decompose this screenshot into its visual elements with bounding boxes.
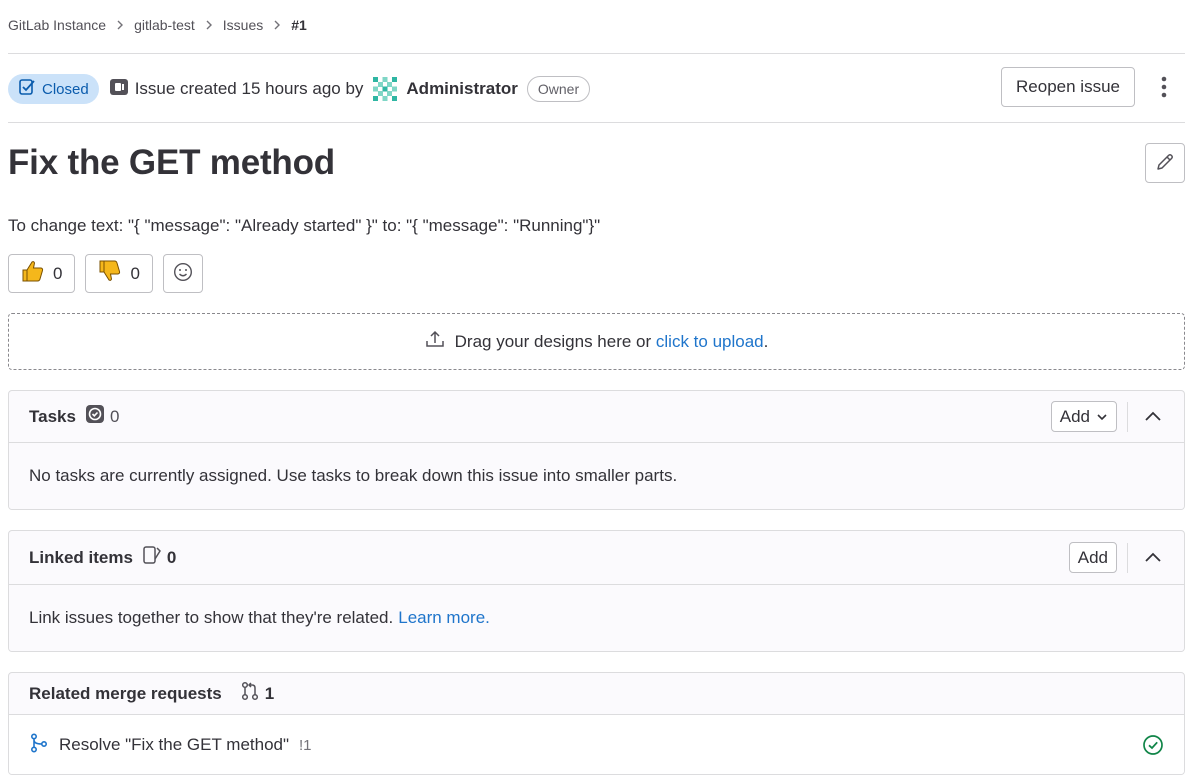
issue-description: To change text: "{ "message": "Already s… <box>8 216 601 235</box>
avatar[interactable] <box>370 74 400 104</box>
tasks-header: Tasks 0 Add <box>9 391 1184 443</box>
add-reaction-button[interactable] <box>162 254 203 293</box>
breadcrumb-gitlab-instance[interactable]: GitLab Instance <box>8 17 106 33</box>
award-emoji-bar: 0 0 <box>8 254 203 293</box>
chevron-up-icon <box>1144 548 1162 568</box>
status-badge: Closed <box>8 74 99 104</box>
chevron-right-icon <box>273 20 281 30</box>
created-text: Issue created 15 hours ago by <box>134 79 364 98</box>
list-item[interactable]: Resolve "Fix the GET method" !1 <box>9 715 1184 774</box>
upload-icon <box>425 329 445 354</box>
smiley-icon <box>173 262 193 285</box>
task-done-icon <box>85 404 105 429</box>
issue-meta: Issue created 15 hours ago by Administra… <box>109 74 591 104</box>
add-task-label: Add <box>1059 406 1090 426</box>
related-mrs-title: Related merge requests <box>29 683 222 703</box>
author-link[interactable]: Administrator <box>406 79 517 99</box>
thumbs-down-icon <box>98 260 122 287</box>
dropzone-text: Drag your designs here or <box>454 331 652 351</box>
more-actions-icon[interactable] <box>1149 72 1179 102</box>
edit-button[interactable] <box>1145 143 1185 183</box>
learn-more-link[interactable]: Learn more. <box>398 608 490 628</box>
check-circle-icon <box>1142 734 1164 756</box>
related-mrs-count-value: 1 <box>264 683 275 703</box>
mr-reference: !1 <box>299 736 312 754</box>
divider <box>8 53 1185 54</box>
breadcrumb-issue-number[interactable]: #1 <box>291 17 307 33</box>
mr-title-link[interactable]: Resolve "Fix the GET method" <box>59 735 289 755</box>
related-mrs-card: Related merge requests 1 Resolve "Fix th… <box>8 672 1185 775</box>
breadcrumb-issues[interactable]: Issues <box>223 17 263 33</box>
upload-link[interactable]: click to upload <box>656 332 764 351</box>
tasks-title: Tasks <box>29 406 76 426</box>
dropzone-suffix: . <box>763 331 769 351</box>
pencil-icon <box>1155 152 1175 175</box>
linked-items-header: Linked items 0 Add <box>9 531 1184 585</box>
thumbs-up-icon <box>21 260 45 287</box>
reopen-issue-button[interactable]: Reopen issue <box>1001 67 1135 107</box>
divider <box>1127 401 1128 432</box>
related-mrs-header: Related merge requests 1 <box>9 673 1184 715</box>
chevron-up-icon <box>1144 407 1162 427</box>
tasks-body: No tasks are currently assigned. Use tas… <box>9 443 1184 509</box>
collapse-tasks-button[interactable] <box>1142 406 1164 428</box>
divider <box>1127 542 1128 573</box>
design-dropzone[interactable]: Drag your designs here or click to uploa… <box>8 313 1185 370</box>
tasks-empty-text: No tasks are currently assigned. Use tas… <box>29 466 678 485</box>
thumbs-up-button[interactable]: 0 <box>8 254 76 293</box>
divider <box>8 122 1185 123</box>
tasks-count: 0 <box>85 404 119 429</box>
linked-items-body: Link issues together to show that they'r… <box>9 585 1184 651</box>
issue-title: Fix the GET method <box>8 143 335 182</box>
linked-items-card: Linked items 0 Add Link issues together … <box>8 530 1185 652</box>
breadcrumb: GitLab Instance gitlab-test Issues #1 <box>8 14 307 36</box>
related-mrs-count: 1 <box>240 681 274 706</box>
add-task-button[interactable]: Add <box>1050 401 1117 432</box>
role-badge: Owner <box>526 76 591 102</box>
merged-icon <box>29 732 49 758</box>
linked-items-title: Linked items <box>29 547 133 567</box>
issue-header: Closed Issue created 15 hours ago by Adm… <box>8 67 1185 108</box>
tasks-count-value: 0 <box>109 406 120 426</box>
chevron-down-icon <box>1096 407 1108 427</box>
linked-items-count-value: 0 <box>166 547 177 567</box>
breadcrumb-project[interactable]: gitlab-test <box>134 17 195 33</box>
issue-type-icon <box>109 77 129 102</box>
thumbs-up-count: 0 <box>53 263 63 283</box>
linked-items-text: Link issues together to show that they'r… <box>29 608 394 627</box>
issue-closed-icon <box>18 78 36 100</box>
chevron-right-icon <box>205 20 213 30</box>
tasks-card: Tasks 0 Add No tasks are currently assig… <box>8 390 1185 510</box>
collapse-linked-items-button[interactable] <box>1142 547 1164 569</box>
chevron-right-icon <box>116 20 124 30</box>
merge-request-icon <box>240 681 260 706</box>
status-label: Closed <box>42 80 89 98</box>
issues-icon <box>142 545 162 570</box>
add-linked-item-button[interactable]: Add <box>1068 542 1117 573</box>
linked-items-count: 0 <box>142 545 176 570</box>
thumbs-down-count: 0 <box>130 263 140 283</box>
thumbs-down-button[interactable]: 0 <box>85 254 153 293</box>
